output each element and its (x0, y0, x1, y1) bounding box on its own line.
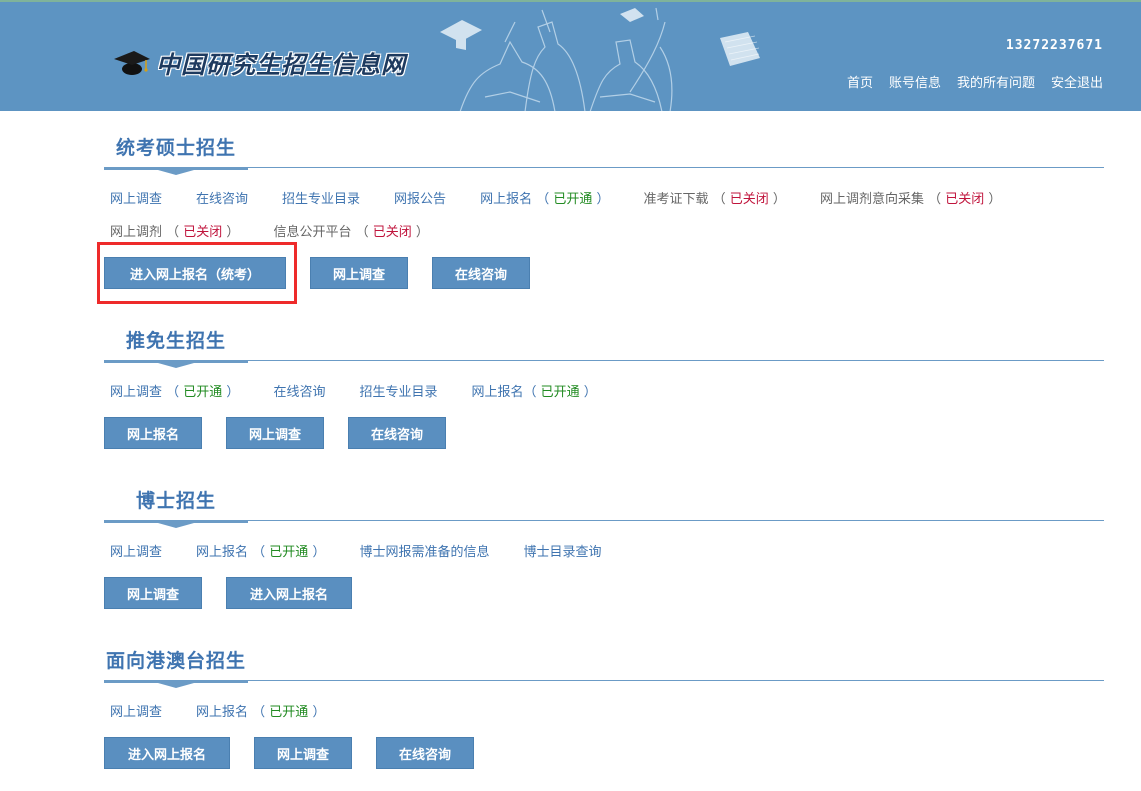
section-header: 面向港澳台招生 (104, 646, 1104, 688)
nav-logout[interactable]: 安全退出 (1051, 72, 1103, 91)
link-info-platform[interactable]: 信息公开平台 （ 已关闭 ） (273, 216, 428, 249)
section-doctoral: 博士招生 网上调查 网上报名 （ 已开通 ） 博士网报需准备的信息 博士目录查询… (104, 486, 1104, 609)
site-logo[interactable]: 中国研究生招生信息网 (112, 44, 406, 80)
link-survey[interactable]: 网上调查 (110, 696, 162, 729)
link-online-registration[interactable]: 网上报名 （ 已开通 ） (196, 696, 325, 729)
consult-button[interactable]: 在线咨询 (376, 737, 474, 769)
section-recommended: 推免生招生 网上调查 （ 已开通 ） 在线咨询 招生专业目录 网上报名（ 已开通… (104, 326, 1104, 449)
link-survey[interactable]: 网上调查 （ 已开通 ） (110, 376, 239, 409)
button-row: 网上报名 网上调查 在线咨询 (104, 417, 1104, 449)
link-doctoral-catalog[interactable]: 博士目录查询 (523, 536, 601, 569)
section-header: 博士招生 (104, 486, 1104, 528)
status-closed: 已关闭 (729, 192, 769, 207)
status-open: 已开通 (183, 385, 223, 400)
divider (104, 360, 1104, 361)
button-row: 进入网上报名（统考） 网上调查 在线咨询 (104, 257, 1104, 289)
section-tab-shape (104, 360, 248, 368)
link-online-registration[interactable]: 网上报名 （ 已开通 ） (196, 536, 325, 569)
link-catalog[interactable]: 招生专业目录 (282, 183, 360, 216)
section-title: 推免生招生 (126, 330, 227, 352)
divider (104, 167, 1104, 168)
link-list: 网上调查 网上报名 （ 已开通 ） (104, 696, 1090, 729)
link-adjustment-intent[interactable]: 网上调剂意向采集 （ 已关闭 ） (820, 183, 1001, 216)
enter-registration-unified-button[interactable]: 进入网上报名（统考） (104, 257, 286, 289)
survey-button[interactable]: 网上调查 (226, 417, 324, 449)
enter-registration-button[interactable]: 进入网上报名 (104, 737, 230, 769)
link-list: 网上调查 在线咨询 招生专业目录 网报公告 网上报名 （ 已开通 ） 准考证下载… (104, 183, 1090, 249)
top-nav: 首页 账号信息 我的所有问题 安全退出 (847, 72, 1103, 91)
section-master-unified: 统考硕士招生 网上调查 在线咨询 招生专业目录 网报公告 网上报名 （ 已开通 … (104, 133, 1104, 289)
site-title: 中国研究生招生信息网 (156, 49, 406, 79)
link-consult[interactable]: 在线咨询 (196, 183, 248, 216)
section-header: 统考硕士招生 (104, 133, 1104, 175)
status-open: 已开通 (269, 705, 309, 720)
link-online-registration[interactable]: 网上报名 （ 已开通 ） (480, 183, 609, 216)
link-survey[interactable]: 网上调查 (110, 536, 162, 569)
section-title: 统考硕士招生 (116, 137, 237, 159)
consult-button[interactable]: 在线咨询 (348, 417, 446, 449)
link-list: 网上调查 网上报名 （ 已开通 ） 博士网报需准备的信息 博士目录查询 (104, 536, 1090, 569)
status-open: 已开通 (540, 385, 580, 400)
survey-button[interactable]: 网上调查 (104, 577, 202, 609)
registration-button[interactable]: 网上报名 (104, 417, 202, 449)
link-list: 网上调查 （ 已开通 ） 在线咨询 招生专业目录 网上报名（ 已开通 ） (104, 376, 1090, 409)
graduation-art-icon (440, 7, 760, 111)
status-closed: 已关闭 (183, 225, 223, 240)
link-adjustment[interactable]: 网上调剂 （ 已关闭 ） (110, 216, 239, 249)
survey-button[interactable]: 网上调查 (254, 737, 352, 769)
section-hk-macao-taiwan: 面向港澳台招生 网上调查 网上报名 （ 已开通 ） 进入网上报名 网上调查 在线… (104, 646, 1104, 769)
username: 13272237671 (1005, 38, 1103, 53)
consult-button[interactable]: 在线咨询 (432, 257, 530, 289)
link-online-registration[interactable]: 网上报名（ 已开通 ） (471, 376, 596, 409)
section-tab-shape (104, 520, 248, 528)
link-doctoral-prep-info[interactable]: 博士网报需准备的信息 (359, 536, 489, 569)
link-admission-ticket[interactable]: 准考证下载 （ 已关闭 ） (644, 183, 786, 216)
survey-button[interactable]: 网上调查 (310, 257, 408, 289)
status-closed: 已关闭 (945, 192, 985, 207)
link-consult[interactable]: 在线咨询 (273, 376, 325, 409)
link-survey[interactable]: 网上调查 (110, 183, 162, 216)
enter-registration-button[interactable]: 进入网上报名 (226, 577, 352, 609)
section-tab-shape (104, 167, 248, 175)
status-closed: 已关闭 (372, 225, 412, 240)
link-announcement[interactable]: 网报公告 (394, 183, 446, 216)
nav-home[interactable]: 首页 (847, 72, 873, 91)
section-title: 面向港澳台招生 (106, 650, 247, 672)
section-tab-shape (104, 680, 248, 688)
status-open: 已开通 (269, 545, 309, 560)
divider (104, 680, 1104, 681)
button-row: 网上调查 进入网上报名 (104, 577, 1104, 609)
button-row: 进入网上报名 网上调查 在线咨询 (104, 737, 1104, 769)
section-header: 推免生招生 (104, 326, 1104, 368)
divider (104, 520, 1104, 521)
graduation-cap-icon (114, 51, 150, 75)
status-open: 已开通 (553, 192, 593, 207)
section-title: 博士招生 (136, 490, 217, 512)
nav-my-questions[interactable]: 我的所有问题 (957, 72, 1035, 91)
link-catalog[interactable]: 招生专业目录 (359, 376, 437, 409)
site-header: 中国研究生招生信息网 13272237671 首页 账号信息 我的所有问题 安全… (0, 0, 1141, 111)
nav-account-info[interactable]: 账号信息 (889, 72, 941, 91)
